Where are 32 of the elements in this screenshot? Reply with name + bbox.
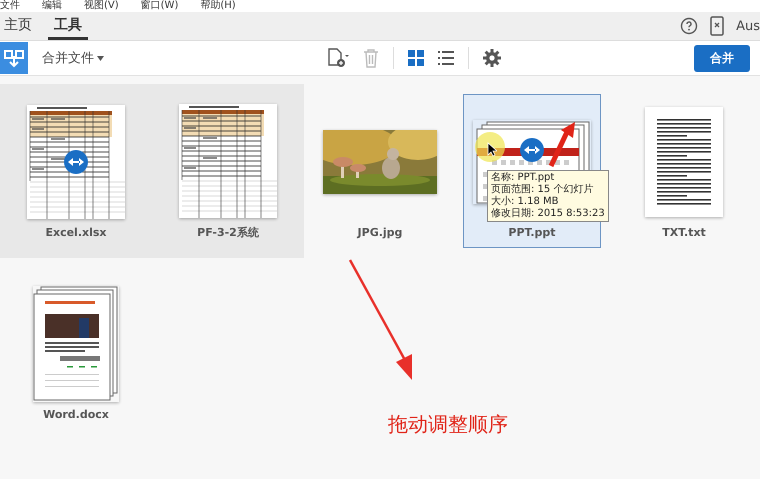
- caret-icon: [97, 56, 104, 60]
- tab[interactable]: 主页: [0, 12, 38, 40]
- tooltip-line: 页面范围: 15 个幻灯片: [491, 184, 594, 196]
- file-name: Excel.xlsx: [45, 226, 107, 238]
- tooltip-line: 大小: 1.18 MB: [491, 196, 560, 208]
- settings-icon[interactable]: [482, 49, 501, 67]
- help-icon[interactable]: [680, 17, 698, 35]
- file-name: TXT.txt: [662, 226, 706, 238]
- file-name: PF-3-2系统: [197, 224, 259, 240]
- account-name[interactable]: Aus: [736, 18, 760, 34]
- merge-tool-icon[interactable]: [0, 42, 28, 74]
- file-item[interactable]: Excel.xlsx: [7, 94, 145, 248]
- tool-dropdown[interactable]: 合并文件: [42, 49, 104, 67]
- arrow-icon: [547, 120, 577, 168]
- file-name: PPT.ppt: [508, 226, 556, 238]
- menu-item[interactable]: 视图(V): [84, 0, 119, 12]
- annotation-text: 拖动调整顺序: [388, 411, 508, 438]
- mobile-icon[interactable]: [710, 16, 724, 36]
- file-name: Word.docx: [43, 408, 109, 420]
- file-item[interactable]: JPG.jpg: [311, 94, 449, 248]
- grid-view-icon[interactable]: [408, 50, 424, 66]
- file-name: JPG.jpg: [358, 226, 402, 238]
- file-item[interactable]: TXT.txt: [615, 94, 753, 248]
- tooltip-line: 名称: PPT.ppt: [491, 172, 556, 184]
- menu-item[interactable]: 编辑: [42, 0, 62, 12]
- file-item[interactable]: Word.docx: [7, 276, 145, 430]
- merge-button[interactable]: 合并: [694, 44, 750, 72]
- list-view-icon[interactable]: [438, 51, 454, 65]
- add-file-icon[interactable]: [326, 48, 349, 68]
- cursor-icon: [487, 142, 497, 156]
- menu-item[interactable]: 帮助(H): [200, 0, 236, 12]
- file-item[interactable]: PF-3-2系统: [159, 94, 297, 248]
